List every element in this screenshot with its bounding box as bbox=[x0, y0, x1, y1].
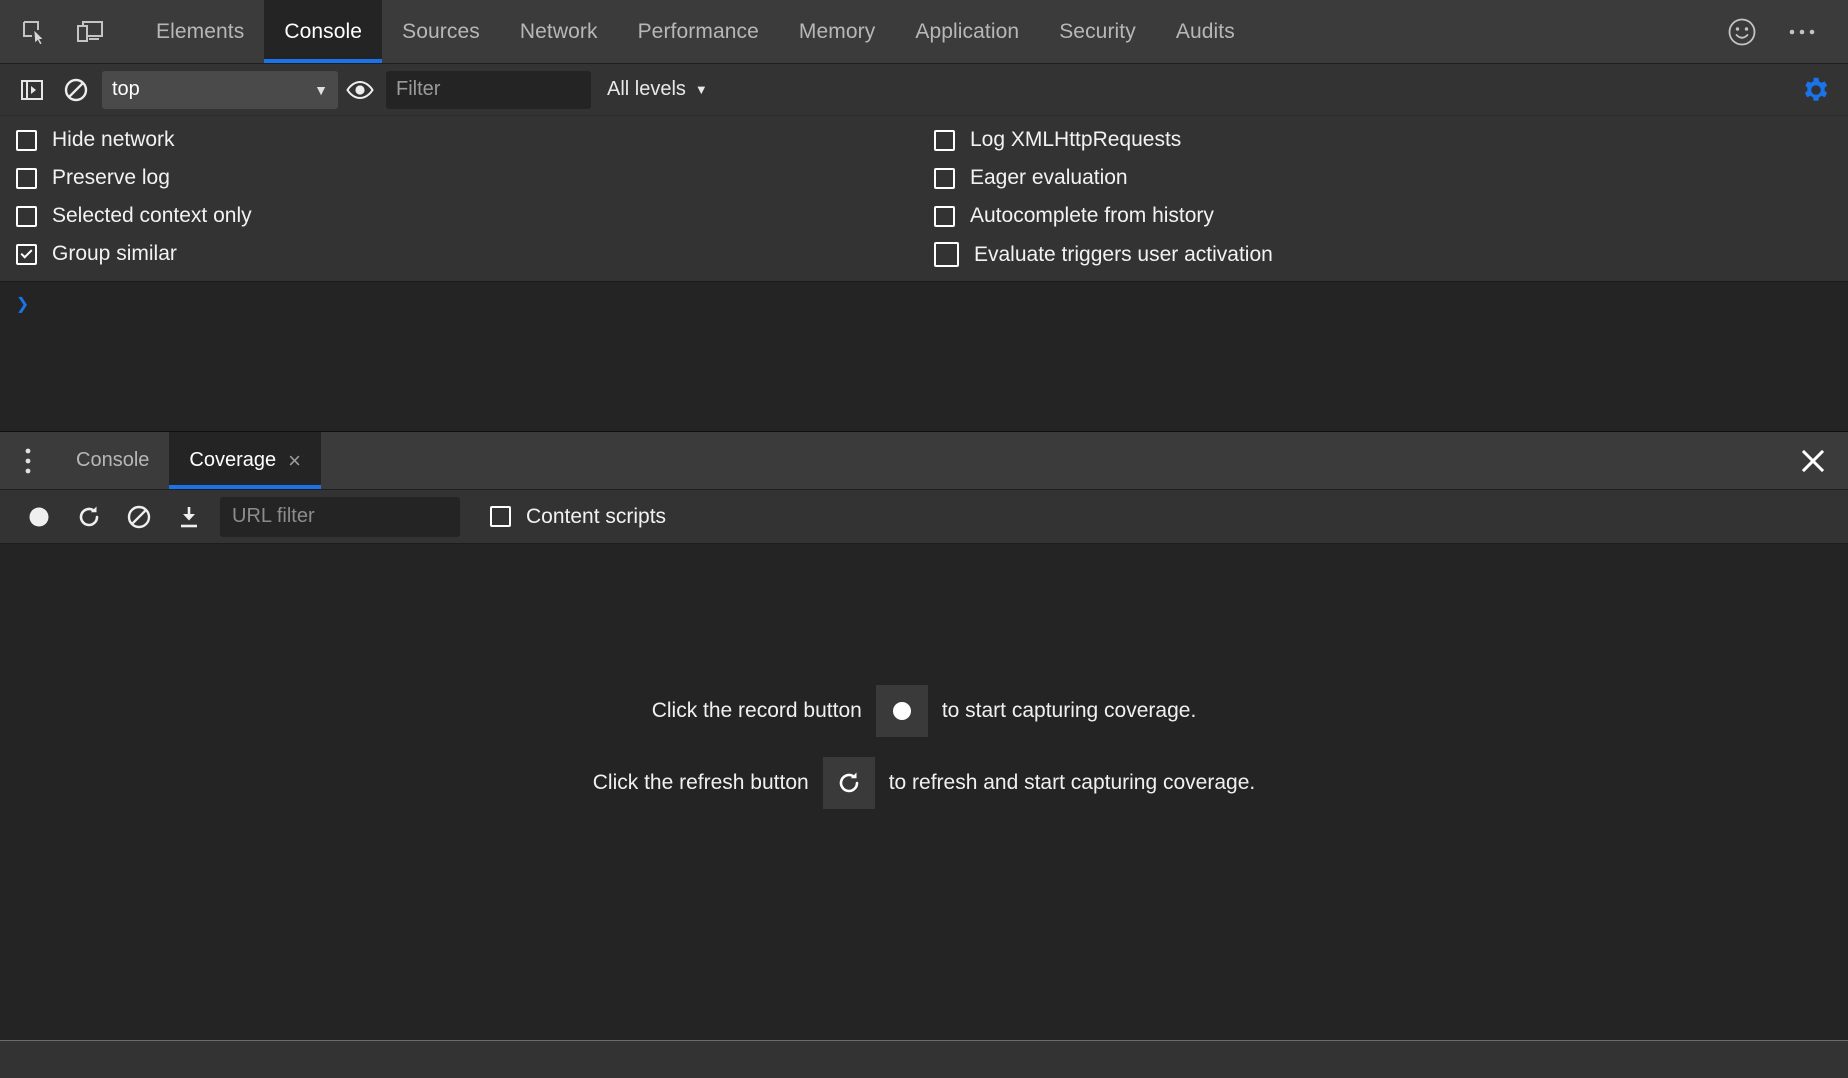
checkbox-hide-network[interactable]: Hide network bbox=[16, 128, 930, 152]
checkbox-box-icon[interactable] bbox=[16, 168, 37, 189]
tab-label: Sources bbox=[402, 20, 480, 44]
execution-context-value: top bbox=[112, 78, 140, 101]
log-levels-dropdown[interactable]: All levels ▼ bbox=[607, 78, 708, 101]
checkbox-label: Eager evaluation bbox=[970, 166, 1128, 190]
checkbox-box-icon[interactable] bbox=[490, 506, 511, 527]
tab-label: Security bbox=[1059, 20, 1136, 44]
chevron-down-icon: ▼ bbox=[314, 82, 328, 98]
tab-console[interactable]: Console bbox=[264, 0, 382, 63]
tab-label: Elements bbox=[156, 20, 244, 44]
drawer-tab-console[interactable]: Console bbox=[56, 432, 169, 489]
checkbox-label: Log XMLHttpRequests bbox=[970, 128, 1181, 152]
clear-console-icon[interactable] bbox=[54, 68, 98, 112]
drawer-panel: Console Coverage × bbox=[0, 432, 1848, 1078]
console-prompt-chevron-icon: ❯ bbox=[16, 294, 29, 316]
hint-prefix: Click the record button bbox=[652, 699, 862, 723]
checkbox-box-icon[interactable] bbox=[16, 130, 37, 151]
tab-application[interactable]: Application bbox=[895, 0, 1039, 63]
console-settings-left-column: Hide network Preserve log Selected conte… bbox=[0, 128, 930, 267]
drawer-more-tabs-icon[interactable] bbox=[0, 432, 56, 489]
checkbox-label: Hide network bbox=[52, 128, 175, 152]
coverage-toolbar: URL filter Content scripts bbox=[0, 490, 1848, 544]
export-coverage-icon[interactable] bbox=[164, 494, 214, 540]
smiley-face-icon[interactable] bbox=[1714, 4, 1770, 60]
hint-suffix: to refresh and start capturing coverage. bbox=[889, 771, 1256, 795]
console-toolbar: top ▼ Filter All levels ▼ bbox=[0, 64, 1848, 116]
checkbox-selected-context-only[interactable]: Selected context only bbox=[16, 204, 930, 228]
tab-label: Network bbox=[520, 20, 598, 44]
console-settings-gear-icon[interactable] bbox=[1794, 68, 1838, 112]
checkbox-label: Content scripts bbox=[526, 505, 666, 529]
checkbox-box-icon[interactable] bbox=[934, 206, 955, 227]
checkbox-eager-evaluation[interactable]: Eager evaluation bbox=[934, 166, 1273, 190]
reload-and-record-icon[interactable] bbox=[823, 757, 875, 809]
drawer-tabbar: Console Coverage × bbox=[0, 432, 1848, 490]
record-button-icon[interactable] bbox=[14, 494, 64, 540]
more-options-icon[interactable] bbox=[1774, 4, 1830, 60]
checkbox-evaluate-triggers-user-activation[interactable]: Evaluate triggers user activation bbox=[934, 242, 1273, 267]
create-live-expression-icon[interactable] bbox=[338, 68, 382, 112]
device-toolbar-icon[interactable] bbox=[62, 0, 118, 63]
checkbox-log-xmlhttprequests[interactable]: Log XMLHttpRequests bbox=[934, 128, 1273, 152]
tab-label: Console bbox=[284, 20, 362, 44]
inspect-element-icon[interactable] bbox=[6, 0, 62, 63]
checkbox-content-scripts[interactable]: Content scripts bbox=[490, 505, 666, 529]
record-button-icon[interactable] bbox=[876, 685, 928, 737]
status-bar bbox=[0, 1040, 1848, 1078]
chevron-down-icon: ▼ bbox=[695, 82, 708, 97]
checkbox-box-icon[interactable] bbox=[934, 130, 955, 151]
checkbox-label: Autocomplete from history bbox=[970, 204, 1214, 228]
close-drawer-icon[interactable] bbox=[1778, 432, 1848, 489]
checkbox-autocomplete-from-history[interactable]: Autocomplete from history bbox=[934, 204, 1273, 228]
tab-audits[interactable]: Audits bbox=[1156, 0, 1255, 63]
checkbox-label: Selected context only bbox=[52, 204, 252, 228]
tab-memory[interactable]: Memory bbox=[779, 0, 895, 63]
checkbox-box-icon[interactable] bbox=[934, 242, 959, 267]
close-icon[interactable]: × bbox=[288, 450, 301, 472]
checkbox-preserve-log[interactable]: Preserve log bbox=[16, 166, 930, 190]
tab-label: Audits bbox=[1176, 20, 1235, 44]
console-filter-input[interactable]: Filter bbox=[386, 71, 591, 109]
drawer-tab-coverage[interactable]: Coverage × bbox=[169, 432, 321, 489]
log-levels-label: All levels bbox=[607, 78, 686, 101]
clear-coverage-icon[interactable] bbox=[114, 494, 164, 540]
coverage-url-filter-placeholder: URL filter bbox=[232, 505, 315, 528]
hint-prefix: Click the refresh button bbox=[593, 771, 809, 795]
console-prompt[interactable]: ❯ bbox=[0, 282, 1848, 316]
checkbox-label: Preserve log bbox=[52, 166, 170, 190]
tab-performance[interactable]: Performance bbox=[618, 0, 779, 63]
hint-suffix: to start capturing coverage. bbox=[942, 699, 1196, 723]
console-settings-panel: Hide network Preserve log Selected conte… bbox=[0, 116, 1848, 282]
main-tabbar: Elements Console Sources Network Perform… bbox=[0, 0, 1848, 64]
checkbox-box-icon[interactable] bbox=[16, 206, 37, 227]
tab-sources[interactable]: Sources bbox=[382, 0, 500, 63]
console-filter-placeholder: Filter bbox=[396, 78, 440, 101]
tab-security[interactable]: Security bbox=[1039, 0, 1156, 63]
main-tabs: Elements Console Sources Network Perform… bbox=[136, 0, 1255, 63]
console-settings-area bbox=[1794, 68, 1838, 112]
checkbox-box-icon[interactable] bbox=[934, 168, 955, 189]
checkbox-box-checked-icon[interactable] bbox=[16, 244, 37, 265]
tab-label: Performance bbox=[638, 20, 759, 44]
execution-context-select[interactable]: top ▼ bbox=[102, 71, 338, 109]
drawer-tab-label: Console bbox=[76, 449, 149, 472]
checkbox-label: Group similar bbox=[52, 242, 177, 266]
tab-label: Application bbox=[915, 20, 1019, 44]
coverage-url-filter-input[interactable]: URL filter bbox=[220, 497, 460, 537]
console-settings-right-column: Log XMLHttpRequests Eager evaluation Aut… bbox=[930, 128, 1273, 267]
show-console-sidebar-icon[interactable] bbox=[10, 68, 54, 112]
checkbox-group-similar[interactable]: Group similar bbox=[16, 242, 930, 266]
tab-network[interactable]: Network bbox=[500, 0, 618, 63]
checkbox-label: Evaluate triggers user activation bbox=[974, 243, 1273, 267]
reload-and-record-icon[interactable] bbox=[64, 494, 114, 540]
coverage-hint-refresh: Click the refresh button to refresh and … bbox=[593, 757, 1255, 809]
tab-label: Memory bbox=[799, 20, 875, 44]
coverage-empty-state: Click the record button to start capturi… bbox=[0, 544, 1848, 1040]
console-message-area[interactable]: ❯ bbox=[0, 282, 1848, 432]
tabbar-actions bbox=[1714, 0, 1848, 63]
coverage-hint-record: Click the record button to start capturi… bbox=[652, 685, 1197, 737]
tab-elements[interactable]: Elements bbox=[136, 0, 264, 63]
drawer-tab-label: Coverage bbox=[189, 449, 276, 472]
devtools-window: Elements Console Sources Network Perform… bbox=[0, 0, 1848, 1078]
